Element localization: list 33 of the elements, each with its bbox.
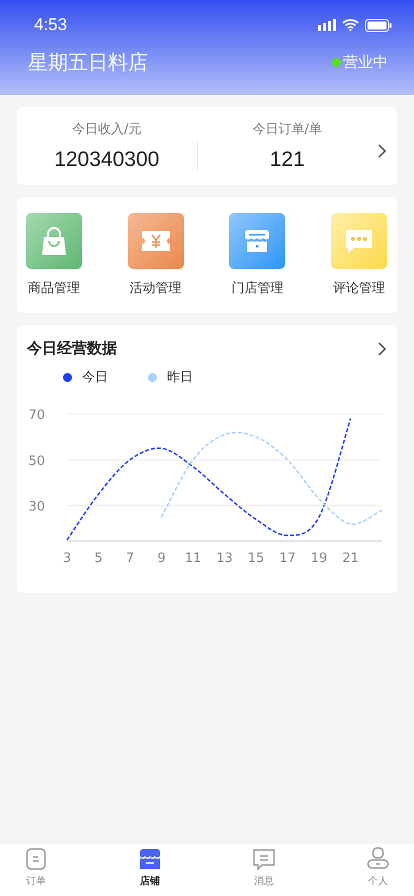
- status-time: 4:53: [34, 15, 68, 35]
- axis-label: 13: [216, 551, 233, 566]
- section-title: 今日经营数据: [27, 339, 117, 358]
- signal-icon: [318, 19, 336, 31]
- axis-label: 17: [279, 551, 296, 566]
- axis-label: 30: [28, 500, 45, 515]
- chevron-right-icon[interactable]: [377, 340, 387, 356]
- axis-label: 21: [342, 551, 359, 566]
- tab-bar-item[interactable]: 消息: [242, 846, 286, 896]
- axis-label: 9: [157, 551, 166, 566]
- stat-value: 121: [270, 148, 305, 172]
- wifi-icon: [342, 19, 359, 31]
- tab-bar-item[interactable]: 个人: [356, 846, 400, 896]
- tab-bar-item[interactable]: 订单: [14, 846, 58, 896]
- axis-label: 19: [310, 551, 328, 566]
- battery-icon: [365, 18, 392, 32]
- tab-bar-item[interactable]: 店铺: [128, 846, 172, 896]
- store-status: 营业中: [343, 52, 388, 72]
- axis-label: 5: [94, 551, 103, 566]
- axis-label: 70: [28, 408, 45, 423]
- stat-value: 120340300: [54, 148, 160, 172]
- stat-label: 今日订单/单: [252, 121, 322, 138]
- store-title: 星期五日料店: [28, 48, 148, 76]
- legend-label: 今日: [82, 369, 108, 386]
- legend-label: 昨日: [167, 369, 193, 386]
- axis-label: 3: [62, 551, 72, 566]
- axis-label: 15: [248, 551, 264, 566]
- person-icon: [365, 846, 391, 872]
- chevron-right-icon[interactable]: [377, 143, 387, 159]
- axis-label: 11: [184, 551, 202, 566]
- stat-label: 今日收入/元: [72, 121, 142, 138]
- axis-label: 7: [126, 551, 134, 566]
- axis-label: 50: [28, 454, 45, 469]
